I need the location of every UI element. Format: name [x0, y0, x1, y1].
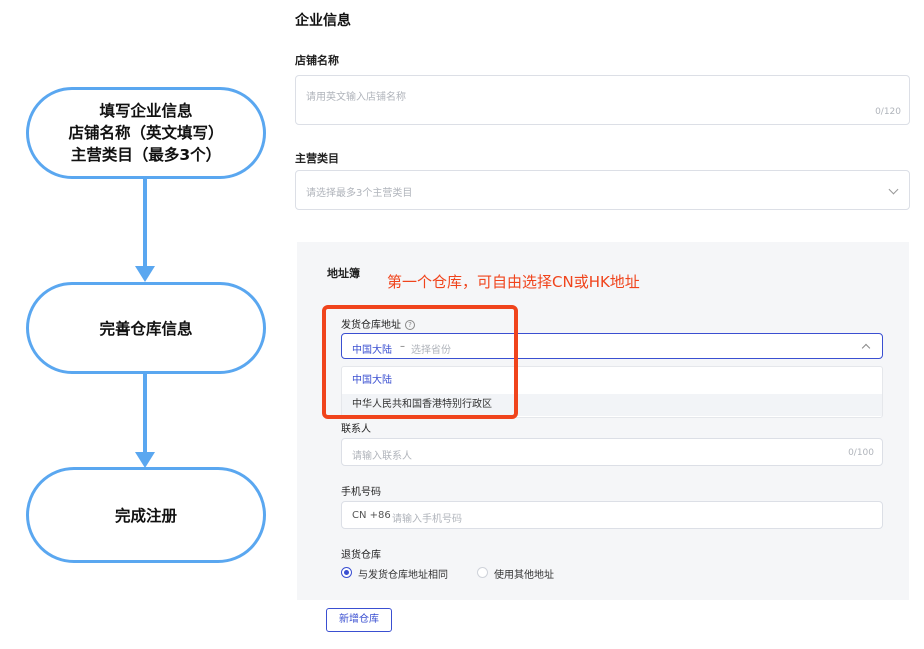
phone-placeholder: 请输入手机号码 [392, 514, 462, 525]
category-placeholder: 请选择最多3个主营类目 [306, 188, 413, 199]
phone-input[interactable]: CN +86 请输入手机号码 [341, 501, 883, 529]
flow-step-complete-registration: 完成注册 [26, 467, 266, 563]
radio-same-address-label[interactable]: 与发货仓库地址相同 [358, 566, 448, 581]
flow-arrow-2-head [135, 452, 155, 468]
store-name-placeholder: 请用英文输入店铺名称 [306, 92, 406, 103]
flow-step1-line2: 店铺名称（英文填写） [68, 124, 224, 142]
contact-label: 联系人 [341, 424, 371, 435]
store-name-input[interactable]: 请用英文输入店铺名称 0/120 [295, 75, 910, 125]
category-label: 主营类目 [295, 152, 339, 165]
store-name-label: 店铺名称 [295, 54, 339, 67]
phone-prefix[interactable]: CN +86 [352, 510, 391, 521]
category-select[interactable]: 请选择最多3个主营类目 [295, 170, 910, 210]
flow-arrow-1-line [143, 179, 147, 267]
annotation-text: 第一个仓库，可自由选择CN或HK地址 [387, 273, 640, 291]
contact-input[interactable]: 请输入联系人 0/100 [341, 438, 883, 466]
chevron-up-icon [861, 343, 871, 353]
radio-other-address-label[interactable]: 使用其他地址 [494, 566, 554, 581]
contact-placeholder: 请输入联系人 [352, 451, 412, 462]
flow-arrow-2-line [143, 374, 147, 453]
flow-arrow-1-head [135, 266, 155, 282]
flow-step3-label: 完成注册 [114, 507, 177, 525]
address-book-title: 地址簿 [327, 267, 360, 280]
page-title: 企业信息 [295, 13, 351, 29]
chevron-down-icon [888, 184, 899, 195]
radio-other-address[interactable] [477, 567, 488, 578]
return-warehouse-label: 退货仓库 [341, 550, 381, 561]
add-warehouse-button[interactable]: 新增仓库 [326, 608, 392, 632]
highlight-frame [322, 305, 518, 419]
flow-step-warehouse-info: 完善仓库信息 [26, 282, 266, 374]
address-book-panel [297, 242, 909, 600]
flow-step1-line1: 填写企业信息 [99, 102, 193, 120]
contact-counter: 0/100 [848, 448, 874, 458]
phone-label: 手机号码 [341, 487, 381, 498]
store-name-counter: 0/120 [875, 107, 901, 117]
radio-same-address[interactable] [341, 567, 352, 578]
flow-step-fill-company-info: 填写企业信息 店铺名称（英文填写） 主营类目（最多3个） [26, 87, 266, 179]
flow-step2-label: 完善仓库信息 [99, 320, 193, 338]
flow-step1-line3: 主营类目（最多3个） [70, 146, 222, 164]
